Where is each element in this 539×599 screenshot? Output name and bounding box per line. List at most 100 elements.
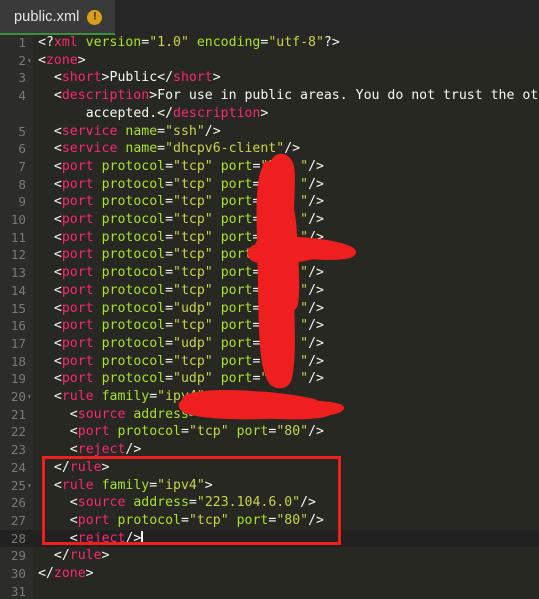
- line-number: 10: [10, 212, 26, 227]
- line-number: 15: [10, 300, 26, 316]
- code-line[interactable]: 25 ▾ <rule family="ipv4">: [0, 477, 539, 495]
- line-number: 31: [10, 583, 26, 599]
- code-line[interactable]: 21 <source address=" "/>: [0, 406, 539, 424]
- code-text: <zone>: [38, 52, 86, 68]
- code-text: <short>Public</short>: [53, 70, 221, 86]
- code-text: </zone>: [38, 566, 94, 581]
- line-number: 12: [10, 247, 26, 263]
- tab-active-underline: [0, 33, 115, 35]
- line-number: 1: [18, 35, 26, 50]
- code-text: <port protocol="udp" port=" "/>: [53, 300, 324, 316]
- line-number: 9: [18, 194, 26, 210]
- code-text: <reject/>: [69, 442, 142, 458]
- code-line[interactable]: 28 <reject/>: [0, 529, 539, 548]
- line-number: 28: [10, 530, 26, 546]
- warning-glyph: !: [93, 10, 97, 22]
- code-text: accepted.</description>: [85, 105, 269, 121]
- tab-label: public.xml: [14, 9, 80, 25]
- code-line[interactable]: 26 <source address="223.104.6.0"/>: [0, 494, 539, 512]
- line-number: 3: [18, 70, 26, 86]
- code-text: <port protocol="tcp" port="80"/>: [69, 512, 324, 528]
- editor-window: public.xml ! 1 <?xml version="1.0" encodi…: [0, 0, 539, 599]
- line-number: 23: [10, 442, 26, 458]
- line-number: 7: [18, 158, 26, 174]
- tab-public-xml[interactable]: public.xml !: [0, 0, 116, 34]
- code-line[interactable]: 11 <port protocol="tcp" port=" "/>: [0, 229, 539, 247]
- line-number: 14: [10, 282, 26, 298]
- code-text: <port protocol="tcp" port="4 "/>: [53, 194, 324, 210]
- line-number: 27: [10, 512, 26, 528]
- code-text: <source address=" "/>: [69, 406, 316, 422]
- line-number: 8: [18, 176, 26, 192]
- code-line[interactable]: 6 <service name="dhcpv6-client"/>: [0, 140, 539, 158]
- line-number: 4: [18, 88, 26, 104]
- warning-exclamation-icon: !: [87, 9, 103, 25]
- code-line[interactable]: 23 <reject/>: [0, 441, 539, 459]
- code-line[interactable]: 15 <port protocol="udp" port=" "/>: [0, 300, 539, 318]
- code-text: <rule family="ipv4">: [53, 389, 213, 404]
- line-number: 21: [10, 406, 26, 422]
- line-number: 17: [10, 335, 26, 351]
- code-text: </rule>: [53, 459, 110, 475]
- line-number: 22: [10, 424, 26, 440]
- code-line[interactable]: 24 </rule>: [0, 459, 539, 477]
- line-number: 30: [10, 566, 26, 581]
- code-line[interactable]: 16 <port protocol="tcp" port=" "/>: [0, 317, 539, 335]
- line-number: 19: [10, 371, 26, 387]
- code-text: <port protocol="tcp" port=" "/>: [53, 212, 324, 227]
- code-line[interactable]: 13 <port protocol="tcp" port=" "/>: [0, 264, 539, 282]
- line-number: 16: [10, 318, 26, 334]
- code-text: <port protocol="tcp" port="2 "/>: [53, 176, 324, 192]
- code-line[interactable]: 29 </rule>: [0, 547, 539, 565]
- line-number: 6: [18, 141, 26, 157]
- code-line[interactable]: 30 </zone>: [0, 565, 539, 583]
- line-number: 25: [10, 477, 26, 493]
- code-line[interactable]: 2 ▾ <zone>: [0, 52, 539, 70]
- line-number: 18: [10, 353, 26, 369]
- code-line[interactable]: 14 <port protocol="tcp" port=" "/>: [0, 282, 539, 300]
- code-text: <port protocol="tcp" port=" "/>: [53, 353, 324, 369]
- code-text: </rule>: [53, 548, 110, 564]
- line-number: 24: [10, 459, 26, 475]
- code-line[interactable]: 9 <port protocol="tcp" port="4 "/>: [0, 193, 539, 211]
- code-text: <port protocol="udp" port=" "/>: [53, 371, 324, 387]
- code-text: <port protocol="tcp" port="2 "/>: [53, 158, 324, 174]
- code-line[interactable]: 20 ▾ <rule family="ipv4">: [0, 388, 539, 406]
- code-text: <service name="dhcpv6-client"/>: [53, 141, 301, 157]
- code-line[interactable]: 27 <port protocol="tcp" port="80"/>: [0, 512, 539, 530]
- code-line[interactable]: 4 <description>For use in public areas. Y…: [0, 87, 539, 105]
- code-line[interactable]: 8 <port protocol="tcp" port="2 "/>: [0, 176, 539, 194]
- code-line[interactable]: 18 <port protocol="tcp" port=" "/>: [0, 353, 539, 371]
- code-line[interactable]: 7 <port protocol="tcp" port="2 "/>: [0, 158, 539, 176]
- line-number: 11: [10, 229, 26, 245]
- code-line[interactable]: 19 <port protocol="udp" port=" "/>: [0, 370, 539, 388]
- fold-arrow-icon[interactable]: ▾: [27, 388, 35, 406]
- code-line[interactable]: 3 <short>Public</short>: [0, 69, 539, 87]
- fold-arrow-icon[interactable]: ▾: [27, 477, 35, 495]
- code-text: <port protocol="tcp" port="80"/>: [69, 424, 324, 440]
- code-line[interactable]: 22 <port protocol="tcp" port="80"/>: [0, 423, 539, 441]
- code-line[interactable]: 31: [0, 583, 539, 599]
- line-number: 5: [18, 123, 26, 139]
- code-line[interactable]: 1 <?xml version="1.0" encoding="utf-8"?>: [0, 34, 539, 52]
- code-text: <description>For use in public areas. Yo…: [53, 88, 539, 104]
- line-number: 26: [10, 495, 26, 511]
- line-number: 20: [10, 389, 26, 404]
- code-text: <port protocol="tcp" port=" "/>: [53, 229, 324, 245]
- code-line[interactable]: 5 <service name="ssh"/>: [0, 123, 539, 141]
- text-cursor: [141, 530, 143, 544]
- line-number: 29: [10, 548, 26, 564]
- code-line[interactable]: 12 <port protocol="tcp" port=" "/>: [0, 246, 539, 264]
- code-text: <?xml version="1.0" encoding="utf-8"?>: [38, 35, 340, 50]
- code-line[interactable]: 17 <port protocol="udp" port=" "/>: [0, 335, 539, 353]
- code-text: <source address="223.104.6.0"/>: [69, 495, 316, 511]
- line-number: 2: [18, 52, 26, 68]
- code-text: <port protocol="tcp" port=" "/>: [53, 247, 356, 263]
- code-editor[interactable]: 1 <?xml version="1.0" encoding="utf-8"?> 2…: [0, 34, 539, 599]
- code-text: <service name="ssh"/>: [53, 123, 221, 139]
- line-number: 13: [10, 265, 26, 281]
- code-text: <port protocol="tcp" port=" "/>: [53, 318, 324, 334]
- fold-arrow-icon[interactable]: ▾: [27, 52, 35, 70]
- code-line[interactable]: accepted.</description>: [0, 105, 539, 123]
- code-line[interactable]: 10 <port protocol="tcp" port=" "/>: [0, 211, 539, 229]
